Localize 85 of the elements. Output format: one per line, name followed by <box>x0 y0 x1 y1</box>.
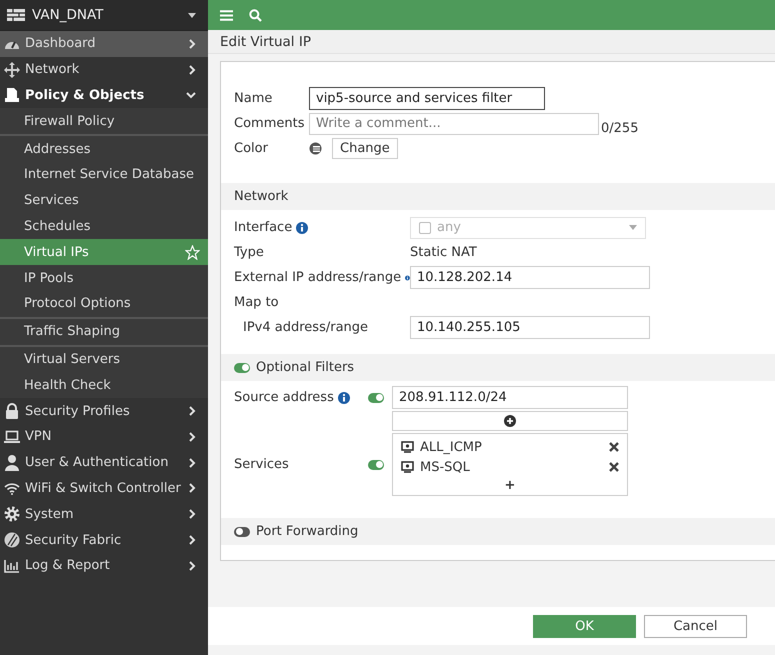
firewall-icon <box>6 7 28 23</box>
nav-subitem[interactable]: Firewall Policy <box>0 108 208 134</box>
nav-subitem[interactable]: Traffic Shaping <box>0 318 208 345</box>
plus-circle-icon <box>504 415 516 427</box>
nav-item[interactable]: WiFi & Switch Controller <box>0 476 208 502</box>
nav-item[interactable]: Dashboard <box>0 31 208 57</box>
toggle-switch[interactable] <box>234 526 250 536</box>
menu-icon[interactable] <box>220 10 233 20</box>
field-label: External IP address/range <box>234 270 402 285</box>
caret-icon <box>629 225 637 230</box>
field-label: Color <box>234 141 269 156</box>
remove-icon[interactable] <box>609 462 619 472</box>
nav-item[interactable]: User & Authentication <box>0 450 208 476</box>
field-label: Interface <box>234 220 292 235</box>
dialog-button[interactable]: Cancel <box>644 614 747 638</box>
chevron-right-icon <box>189 560 196 571</box>
chevron-right-icon <box>189 509 196 520</box>
page-title: Edit Virtual IP <box>220 34 311 50</box>
gear-icon <box>4 506 20 522</box>
monitor-icon <box>401 461 414 473</box>
chevron-right-icon <box>189 38 196 49</box>
field-label: Name <box>234 91 274 106</box>
chevron-right-icon <box>189 406 196 416</box>
service-entry[interactable]: MS-SQL <box>420 460 603 474</box>
external-ip-field[interactable]: 10.128.202.14 <box>410 266 650 289</box>
nav-item[interactable]: Network <box>0 56 208 83</box>
nav-item[interactable]: VPN <box>0 424 208 450</box>
search-icon[interactable] <box>249 8 262 22</box>
nav-item[interactable]: Log & Report <box>0 552 208 579</box>
chevron-right-icon <box>189 458 196 468</box>
nav-item[interactable]: Policy & Objects <box>0 82 208 108</box>
name-field[interactable]: vip5-source and services filter <box>309 87 545 110</box>
section-title: Network <box>234 189 288 204</box>
lock-icon <box>5 403 19 420</box>
remove-icon[interactable] <box>609 442 619 452</box>
change-color-button[interactable]: Change <box>332 138 398 159</box>
toggle-switch[interactable] <box>368 392 384 402</box>
info-icon[interactable] <box>296 222 308 234</box>
star-icon[interactable] <box>185 244 200 260</box>
info-icon[interactable] <box>338 392 350 404</box>
comments-field[interactable]: Write a comment... <box>309 112 599 134</box>
add-button[interactable] <box>392 411 628 431</box>
user-icon <box>5 454 19 471</box>
nav-subitem[interactable]: IP Pools <box>0 265 208 291</box>
source-address-field[interactable]: 208.91.112.0/24 <box>392 386 628 409</box>
toggle-switch[interactable] <box>368 460 384 470</box>
nav-subitem[interactable]: Addresses <box>0 136 208 162</box>
section-title: Optional Filters <box>256 360 354 375</box>
section-title: Port Forwarding <box>256 524 358 539</box>
monitor-icon <box>401 441 414 453</box>
bar-chart-icon <box>4 558 20 573</box>
field-label: Map to <box>234 295 280 310</box>
nav-subitem[interactable]: Health Check <box>0 372 208 398</box>
chevron-right-icon <box>189 483 196 494</box>
document-icon <box>4 87 20 104</box>
nav-subitem[interactable]: Internet Service Database <box>0 162 208 188</box>
field-label: Comments <box>234 116 306 131</box>
palette-icon <box>309 142 322 155</box>
chevron-right-icon <box>189 64 196 75</box>
wifi-icon <box>4 482 20 495</box>
field-label: Services <box>234 457 290 472</box>
nav-item[interactable]: Security Fabric <box>0 527 208 553</box>
nav-subitem[interactable]: Virtual Servers <box>0 346 208 372</box>
type-value: Static NAT <box>410 245 477 260</box>
nav-subitem[interactable]: Virtual IPs <box>0 239 208 266</box>
nav-subitem[interactable]: Schedules <box>0 214 208 240</box>
caret-icon[interactable] <box>188 12 196 18</box>
striped-circle-icon <box>4 532 20 548</box>
nav-item[interactable]: System <box>0 501 208 528</box>
add-service-button[interactable]: + <box>393 477 627 495</box>
laptop-icon <box>4 430 20 444</box>
nav-item[interactable]: Security Profiles <box>0 398 208 424</box>
chevron-right-icon <box>189 535 196 546</box>
service-entry[interactable]: ALL_ICMP <box>420 440 603 454</box>
mapped-ip-field[interactable]: 10.140.255.105 <box>410 316 650 339</box>
toggle-switch[interactable] <box>234 362 250 372</box>
nav-subitem[interactable]: Services <box>0 188 208 214</box>
character-counter: 0/255 <box>601 121 638 136</box>
field-label: IPv4 address/range <box>242 320 370 335</box>
field-label: Type <box>234 245 265 260</box>
chevron-right-icon <box>189 432 196 442</box>
move-arrows-icon <box>4 62 20 78</box>
chevron-down-icon <box>186 92 196 99</box>
field-label: Source address <box>234 390 334 405</box>
nav-subitem[interactable]: Protocol Options <box>0 290 208 317</box>
